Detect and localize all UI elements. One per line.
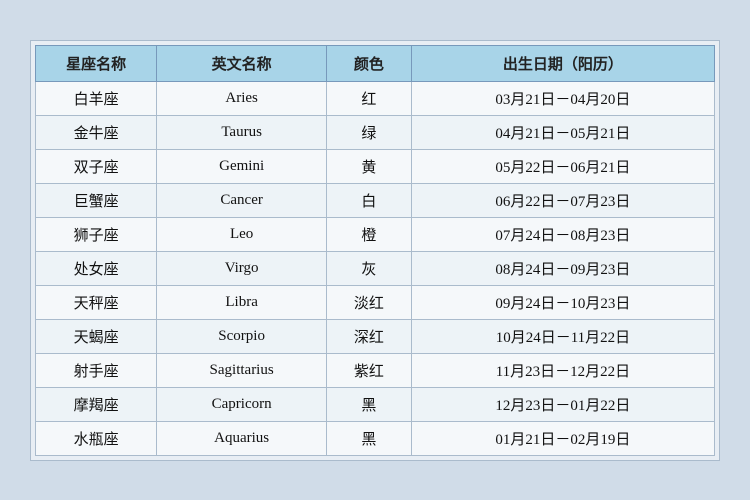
cell-color: 黑 xyxy=(327,421,412,455)
cell-en: Scorpio xyxy=(157,319,327,353)
cell-zh: 水瓶座 xyxy=(36,421,157,455)
cell-color: 深红 xyxy=(327,319,412,353)
header-en: 英文名称 xyxy=(157,45,327,81)
cell-en: Sagittarius xyxy=(157,353,327,387)
cell-date: 03月21日－04月20日 xyxy=(411,81,714,115)
cell-en: Cancer xyxy=(157,183,327,217)
table-row: 天蝎座Scorpio深红10月24日－11月22日 xyxy=(36,319,715,353)
zodiac-table: 星座名称 英文名称 颜色 出生日期（阳历） 白羊座Aries红03月21日－04… xyxy=(35,45,715,456)
cell-en: Aquarius xyxy=(157,421,327,455)
cell-date: 01月21日－02月19日 xyxy=(411,421,714,455)
table-row: 天秤座Libra淡红09月24日－10月23日 xyxy=(36,285,715,319)
cell-zh: 摩羯座 xyxy=(36,387,157,421)
cell-date: 08月24日－09月23日 xyxy=(411,251,714,285)
cell-zh: 巨蟹座 xyxy=(36,183,157,217)
cell-date: 04月21日－05月21日 xyxy=(411,115,714,149)
cell-zh: 双子座 xyxy=(36,149,157,183)
cell-color: 淡红 xyxy=(327,285,412,319)
table-header-row: 星座名称 英文名称 颜色 出生日期（阳历） xyxy=(36,45,715,81)
table-row: 射手座Sagittarius紫红11月23日－12月22日 xyxy=(36,353,715,387)
zodiac-table-wrapper: 星座名称 英文名称 颜色 出生日期（阳历） 白羊座Aries红03月21日－04… xyxy=(30,40,720,461)
table-row: 白羊座Aries红03月21日－04月20日 xyxy=(36,81,715,115)
table-row: 巨蟹座Cancer白06月22日－07月23日 xyxy=(36,183,715,217)
cell-color: 紫红 xyxy=(327,353,412,387)
cell-color: 白 xyxy=(327,183,412,217)
cell-zh: 射手座 xyxy=(36,353,157,387)
cell-en: Capricorn xyxy=(157,387,327,421)
cell-date: 10月24日－11月22日 xyxy=(411,319,714,353)
cell-date: 07月24日－08月23日 xyxy=(411,217,714,251)
cell-zh: 狮子座 xyxy=(36,217,157,251)
table-row: 狮子座Leo橙07月24日－08月23日 xyxy=(36,217,715,251)
cell-color: 绿 xyxy=(327,115,412,149)
cell-zh: 金牛座 xyxy=(36,115,157,149)
cell-zh: 天秤座 xyxy=(36,285,157,319)
cell-date: 09月24日－10月23日 xyxy=(411,285,714,319)
cell-date: 11月23日－12月22日 xyxy=(411,353,714,387)
cell-en: Libra xyxy=(157,285,327,319)
cell-color: 黄 xyxy=(327,149,412,183)
cell-en: Leo xyxy=(157,217,327,251)
table-row: 金牛座Taurus绿04月21日－05月21日 xyxy=(36,115,715,149)
cell-zh: 处女座 xyxy=(36,251,157,285)
header-date: 出生日期（阳历） xyxy=(411,45,714,81)
cell-color: 黑 xyxy=(327,387,412,421)
cell-date: 05月22日－06月21日 xyxy=(411,149,714,183)
header-color: 颜色 xyxy=(327,45,412,81)
cell-en: Taurus xyxy=(157,115,327,149)
table-row: 摩羯座Capricorn黑12月23日－01月22日 xyxy=(36,387,715,421)
table-row: 双子座Gemini黄05月22日－06月21日 xyxy=(36,149,715,183)
cell-zh: 白羊座 xyxy=(36,81,157,115)
cell-date: 12月23日－01月22日 xyxy=(411,387,714,421)
header-zh: 星座名称 xyxy=(36,45,157,81)
table-row: 水瓶座Aquarius黑01月21日－02月19日 xyxy=(36,421,715,455)
cell-color: 红 xyxy=(327,81,412,115)
cell-color: 橙 xyxy=(327,217,412,251)
cell-en: Virgo xyxy=(157,251,327,285)
cell-en: Gemini xyxy=(157,149,327,183)
table-row: 处女座Virgo灰08月24日－09月23日 xyxy=(36,251,715,285)
cell-en: Aries xyxy=(157,81,327,115)
cell-zh: 天蝎座 xyxy=(36,319,157,353)
cell-color: 灰 xyxy=(327,251,412,285)
cell-date: 06月22日－07月23日 xyxy=(411,183,714,217)
